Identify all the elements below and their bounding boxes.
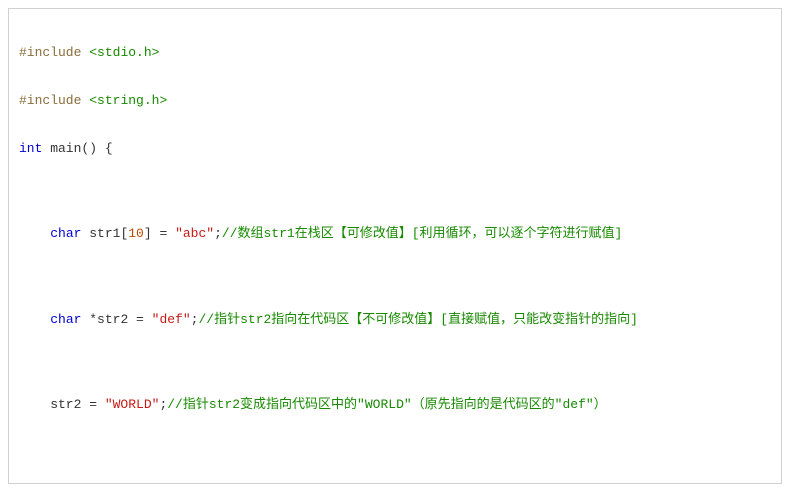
comment: //数组str1在栈区【可修改值】[利用循环，可以逐个字符进行赋值] <box>222 226 622 241</box>
text: str2 = <box>19 397 105 412</box>
keyword: char <box>50 226 81 241</box>
code-snippet: #include <stdio.h> #include <string.h> i… <box>8 8 782 484</box>
text: main() { <box>42 141 112 156</box>
code-line: #include <string.h> <box>19 89 771 113</box>
comment: //指针str2变成指向代码区中的"WORLD"（原先指向的是代码区的"def"… <box>167 397 606 412</box>
blank-line <box>19 441 771 454</box>
preprocessor: #include <box>19 45 81 60</box>
include-path: <string.h> <box>89 93 167 108</box>
preprocessor: #include <box>19 93 81 108</box>
blank-line <box>19 478 771 484</box>
string-literal: "abc" <box>175 226 214 241</box>
blank-line <box>19 356 771 369</box>
comment: //指针str2指向在代码区【不可修改值】[直接赋值，只能改变指针的指向] <box>198 312 637 327</box>
string-literal: "def" <box>152 312 191 327</box>
code-line: #include <stdio.h> <box>19 41 771 65</box>
text: *str2 = <box>81 312 151 327</box>
keyword: char <box>50 312 81 327</box>
include-path: <stdio.h> <box>89 45 159 60</box>
string-literal: "WORLD" <box>105 397 160 412</box>
code-line: str2 = "WORLD";//指针str2变成指向代码区中的"WORLD"（… <box>19 393 771 417</box>
text: ] = <box>144 226 175 241</box>
code-line: int main() { <box>19 137 771 161</box>
blank-line <box>19 185 771 198</box>
blank-line <box>19 270 771 283</box>
text: str1[ <box>81 226 128 241</box>
text: ; <box>214 226 222 241</box>
keyword: int <box>19 141 42 156</box>
code-line: char str1[10] = "abc";//数组str1在栈区【可修改值】[… <box>19 222 771 246</box>
code-line: char *str2 = "def";//指针str2指向在代码区【不可修改值】… <box>19 308 771 332</box>
number: 10 <box>128 226 144 241</box>
